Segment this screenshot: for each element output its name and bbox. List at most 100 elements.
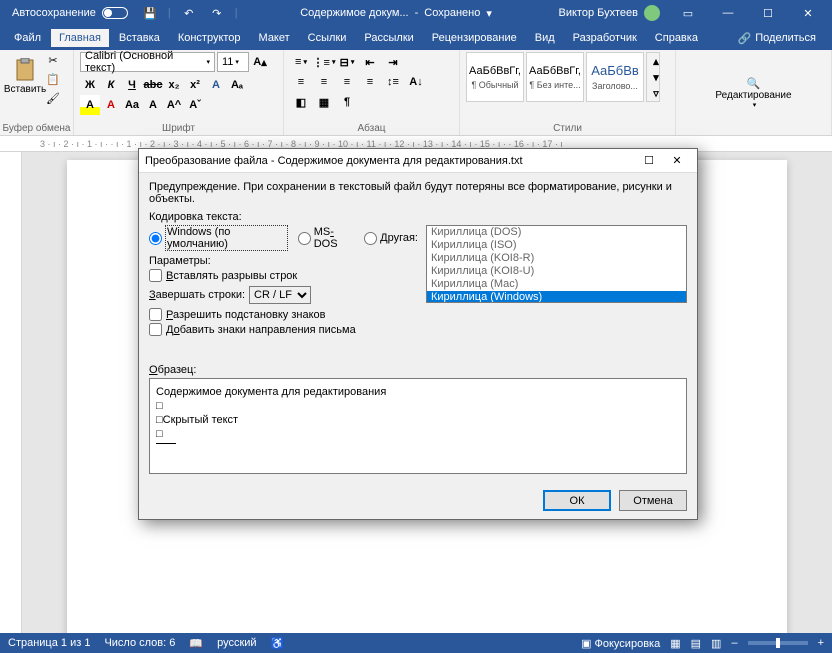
autosave-toggle[interactable]: Автосохранение (4, 7, 136, 19)
clear-format-icon[interactable]: Aₐ (227, 75, 247, 95)
line-ending-select[interactable]: CR / LF (249, 286, 311, 304)
copy-icon[interactable]: 📋 (44, 71, 62, 88)
menu-design[interactable]: Конструктор (170, 29, 249, 47)
undo-icon[interactable]: ↶ (181, 5, 197, 21)
checkbox-add-direction[interactable]: Добавить знаки направления письма (149, 323, 418, 336)
font-size-select[interactable]: 11▾ (217, 52, 249, 72)
view-print-icon[interactable]: ▤ (691, 637, 701, 650)
cut-icon[interactable]: ✂ (44, 52, 62, 69)
list-item[interactable]: Кириллица (Windows) (427, 291, 686, 303)
list-item[interactable]: Кириллица (ISO) (427, 239, 686, 252)
menu-developer[interactable]: Разработчик (565, 29, 645, 47)
format-painter-icon[interactable]: 🖌 (44, 90, 62, 107)
maximize-icon[interactable]: ☐ (748, 0, 788, 26)
checkbox-insert-breaks[interactable]: Вставлять разрывы строк (149, 269, 418, 282)
grow-font-icon[interactable]: A▴ (251, 53, 269, 71)
italic-button[interactable]: К (101, 75, 121, 95)
font-name-select[interactable]: Calibri (Основной текст)▾ (80, 52, 215, 72)
accessibility-icon[interactable]: ♿ (271, 637, 285, 650)
zoom-out-icon[interactable]: – (731, 637, 737, 649)
menu-help[interactable]: Справка (647, 29, 706, 47)
checkbox-input[interactable] (149, 323, 162, 336)
redo-icon[interactable]: ↷ (209, 5, 225, 21)
editing-button[interactable]: 🔍 Редактирование ▾ (714, 75, 794, 111)
radio-msdos[interactable]: MS-DOS (298, 226, 354, 250)
align-center-icon[interactable]: ≡ (313, 72, 335, 92)
checkbox-input[interactable] (149, 308, 162, 321)
char-border-icon[interactable]: A (143, 95, 163, 115)
menu-mailings[interactable]: Рассылки (356, 29, 421, 47)
zoom-in-icon[interactable]: + (818, 637, 824, 649)
bold-button[interactable]: Ж (80, 75, 100, 95)
vertical-ruler[interactable] (0, 152, 22, 633)
word-count[interactable]: Число слов: 6 (104, 637, 175, 649)
share-button[interactable]: 🔗 Поделиться (728, 29, 826, 48)
view-read-icon[interactable]: ▦ (670, 637, 680, 650)
encoding-listbox[interactable]: Кириллица (DOS) Кириллица (ISO) Кириллиц… (426, 225, 687, 303)
zoom-slider[interactable] (748, 641, 808, 645)
checkbox-allow-subst[interactable]: Разрешить подстановку знаков (149, 308, 418, 321)
cancel-button[interactable]: Отмена (619, 490, 687, 511)
bullets-icon[interactable]: ≡▾ (290, 52, 312, 72)
styles-more-icon[interactable]: ▿ (647, 85, 665, 101)
dialog-close-icon[interactable]: ✕ (663, 151, 691, 171)
menu-home[interactable]: Главная (51, 29, 109, 47)
close-icon[interactable]: ✕ (788, 0, 828, 26)
style-no-spacing[interactable]: АаБбВвГг, ¶ Без инте... (526, 52, 584, 102)
menu-file[interactable]: Файл (6, 29, 49, 47)
shrink-font-icon[interactable]: Aˇ (185, 95, 205, 115)
language-indicator[interactable]: русский (217, 637, 256, 649)
dialog-maximize-icon[interactable]: ☐ (635, 151, 663, 171)
strike-button[interactable]: abc (143, 75, 163, 95)
underline-button[interactable]: Ч (122, 75, 142, 95)
menu-references[interactable]: Ссылки (300, 29, 355, 47)
minimize-icon[interactable]: — (708, 0, 748, 26)
radio-input[interactable] (364, 232, 377, 245)
change-case-icon[interactable]: Aa (122, 95, 142, 115)
justify-icon[interactable]: ≡ (359, 72, 381, 92)
numbering-icon[interactable]: ⋮≡▾ (313, 52, 335, 72)
list-item[interactable]: Кириллица (KOI8-R) (427, 252, 686, 265)
subscript-button[interactable]: x₂ (164, 75, 184, 95)
show-marks-icon[interactable]: ¶ (336, 92, 358, 112)
menu-layout[interactable]: Макет (251, 29, 298, 47)
save-icon[interactable]: 💾 (142, 5, 158, 21)
checkbox-input[interactable] (149, 269, 162, 282)
user-account[interactable]: Виктор Бухтеев (551, 5, 668, 21)
sort-icon[interactable]: A↓ (405, 72, 427, 92)
increase-indent-icon[interactable]: ⇥ (382, 52, 404, 72)
radio-input[interactable] (298, 232, 311, 245)
align-right-icon[interactable]: ≡ (336, 72, 358, 92)
menu-review[interactable]: Рецензирование (424, 29, 525, 47)
focus-mode[interactable]: ▣ Фокусировка (581, 637, 660, 650)
superscript-button[interactable]: x² (185, 75, 205, 95)
grow-shrink-icon[interactable]: A^ (164, 95, 184, 115)
list-item[interactable]: Кириллица (KOI8-U) (427, 265, 686, 278)
font-color-button[interactable]: A (101, 95, 121, 115)
styles-down-icon[interactable]: ▾ (647, 69, 665, 85)
borders-icon[interactable]: ▦ (313, 92, 335, 112)
text-effects-icon[interactable]: A (206, 75, 226, 95)
menu-view[interactable]: Вид (527, 29, 563, 47)
ribbon-options-icon[interactable]: ▭ (668, 0, 708, 26)
radio-input[interactable] (149, 232, 162, 245)
page-indicator[interactable]: Страница 1 из 1 (8, 637, 90, 649)
style-normal[interactable]: АаБбВвГг, ¶ Обычный (466, 52, 524, 102)
paste-button[interactable]: Вставить (6, 52, 44, 100)
menu-insert[interactable]: Вставка (111, 29, 168, 47)
styles-up-icon[interactable]: ▴ (647, 53, 665, 69)
multilevel-icon[interactable]: ⊟▾ (336, 52, 358, 72)
line-spacing-icon[interactable]: ↕≡ (382, 72, 404, 92)
view-web-icon[interactable]: ▥ (711, 637, 721, 650)
ok-button[interactable]: ОК (543, 490, 611, 511)
decrease-indent-icon[interactable]: ⇤ (359, 52, 381, 72)
radio-other[interactable]: Другая: (364, 232, 418, 245)
style-heading1[interactable]: АаБбВв Заголово... (586, 52, 644, 102)
spell-icon[interactable]: 📖 (189, 637, 203, 650)
highlight-button[interactable]: A (80, 95, 100, 115)
list-item[interactable]: Кириллица (Mac) (427, 278, 686, 291)
align-left-icon[interactable]: ≡ (290, 72, 312, 92)
list-item[interactable]: Кириллица (DOS) (427, 226, 686, 239)
shading-icon[interactable]: ◧ (290, 92, 312, 112)
radio-windows[interactable]: Windows (по умолчанию) (149, 225, 288, 251)
